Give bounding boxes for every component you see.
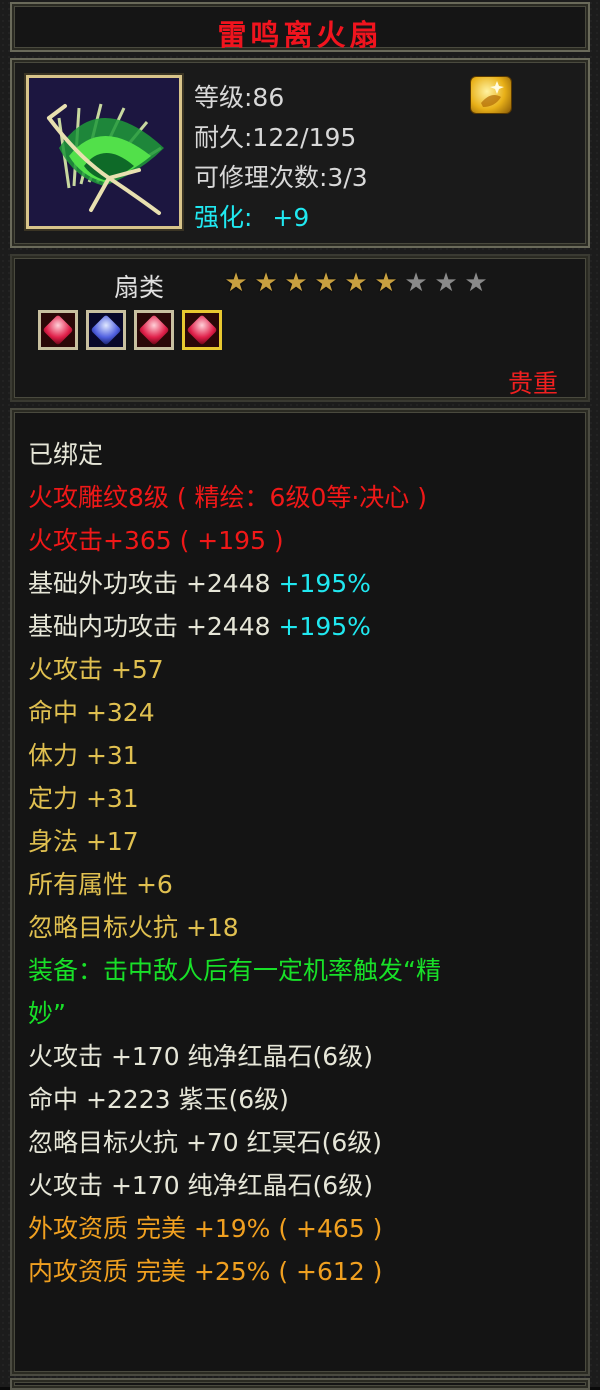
gem-bonus-3: 忽略目标火抗 +70 红冥石(6级) xyxy=(28,1128,383,1157)
title-bar: 雷鸣离火扇 xyxy=(10,2,590,52)
star-filled-icon: ★ xyxy=(284,268,308,298)
sparkle-badge-icon xyxy=(470,76,512,114)
star-filled-icon: ★ xyxy=(314,268,338,298)
star-filled-icon: ★ xyxy=(254,268,278,298)
base-external-label: 基础外功攻击 +2448 xyxy=(28,569,271,598)
equip-effect-line2: 妙” xyxy=(28,999,66,1028)
base-internal-label: 基础内功攻击 +2448 xyxy=(28,612,271,641)
bound-status: 已绑定 xyxy=(28,440,104,469)
gem-bonus-2: 命中 +2223 紫玉(6级) xyxy=(28,1085,289,1114)
bottom-border xyxy=(10,1378,590,1390)
star-filled-icon: ★ xyxy=(344,268,368,298)
durability-stat: 耐久:122/195 xyxy=(194,123,357,152)
gem-bonus-1: 火攻击 +170 纯净红晶石(6级) xyxy=(28,1042,373,1071)
star-filled-icon: ★ xyxy=(224,268,248,298)
item-tooltip: 雷鸣离火扇 等级:86 耐久:122/195 可修理次数:3/3 强化: +9 … xyxy=(0,0,600,1390)
star-filled-icon: ★ xyxy=(374,268,398,298)
red-gem-icon[interactable] xyxy=(38,310,78,350)
fire-attack-stat: 火攻击 +57 xyxy=(28,655,164,684)
gem-bonus-4: 火攻击 +170 纯净红晶石(6级) xyxy=(28,1171,373,1200)
star-empty-icon: ★ xyxy=(434,268,458,298)
gem-sockets xyxy=(38,310,222,350)
agility-stat: 身法 +17 xyxy=(28,827,139,856)
ignore-fire-resist-stat: 忽略目标火抗 +18 xyxy=(28,913,239,942)
enhance-value: +9 xyxy=(272,203,310,232)
fire-attack-total: 火攻击+365 ( +195 ) xyxy=(28,526,284,555)
item-category: 扇类 xyxy=(114,273,165,302)
stamina-stat: 体力 +31 xyxy=(28,741,139,770)
item-quality: 贵重 xyxy=(507,369,558,398)
level-stat: 等级:86 xyxy=(194,83,285,112)
base-external-percent: +195% xyxy=(278,569,371,598)
red-gem-icon[interactable] xyxy=(182,310,222,350)
external-aptitude: 外攻资质 完美 +19% ( +465 ) xyxy=(28,1214,383,1243)
base-internal-percent: +195% xyxy=(278,612,371,641)
equip-effect-line1: 装备：击中敌人后有一定机率触发“精 xyxy=(28,956,441,985)
hit-stat: 命中 +324 xyxy=(28,698,155,727)
repair-count-stat: 可修理次数:3/3 xyxy=(194,163,368,192)
engrave-line: 火攻雕纹8级 ( 精绘：6级0等·决心 ) xyxy=(28,483,428,512)
internal-aptitude: 内攻资质 完美 +25% ( +612 ) xyxy=(28,1257,383,1286)
item-icon[interactable] xyxy=(24,73,184,231)
category-panel: 扇类 ★ ★ ★ ★ ★ ★ ★ ★ ★ 贵重 xyxy=(10,254,590,402)
focus-stat: 定力 +31 xyxy=(28,784,139,813)
item-name: 雷鸣离火扇 xyxy=(217,18,383,52)
all-attributes-stat: 所有属性 +6 xyxy=(28,870,173,899)
enhance-label: 强化: xyxy=(194,203,253,232)
base-internal-attack: 基础内功攻击 +2448 +195% xyxy=(28,612,588,642)
blue-gem-icon[interactable] xyxy=(86,310,126,350)
item-details-panel: 已绑定 火攻雕纹8级 ( 精绘：6级0等·决心 ) 火攻击+365 ( +195… xyxy=(10,408,590,1376)
star-empty-icon: ★ xyxy=(404,268,428,298)
red-gem-icon[interactable] xyxy=(134,310,174,350)
base-external-attack: 基础外功攻击 +2448 +195% xyxy=(28,569,588,599)
enhance-stat: 强化: +9 xyxy=(194,198,309,234)
item-info-panel: 等级:86 耐久:122/195 可修理次数:3/3 强化: +9 xyxy=(10,58,590,248)
star-rating: ★ ★ ★ ★ ★ ★ ★ ★ ★ xyxy=(222,270,490,296)
fan-icon xyxy=(29,78,179,226)
star-empty-icon: ★ xyxy=(464,268,488,298)
